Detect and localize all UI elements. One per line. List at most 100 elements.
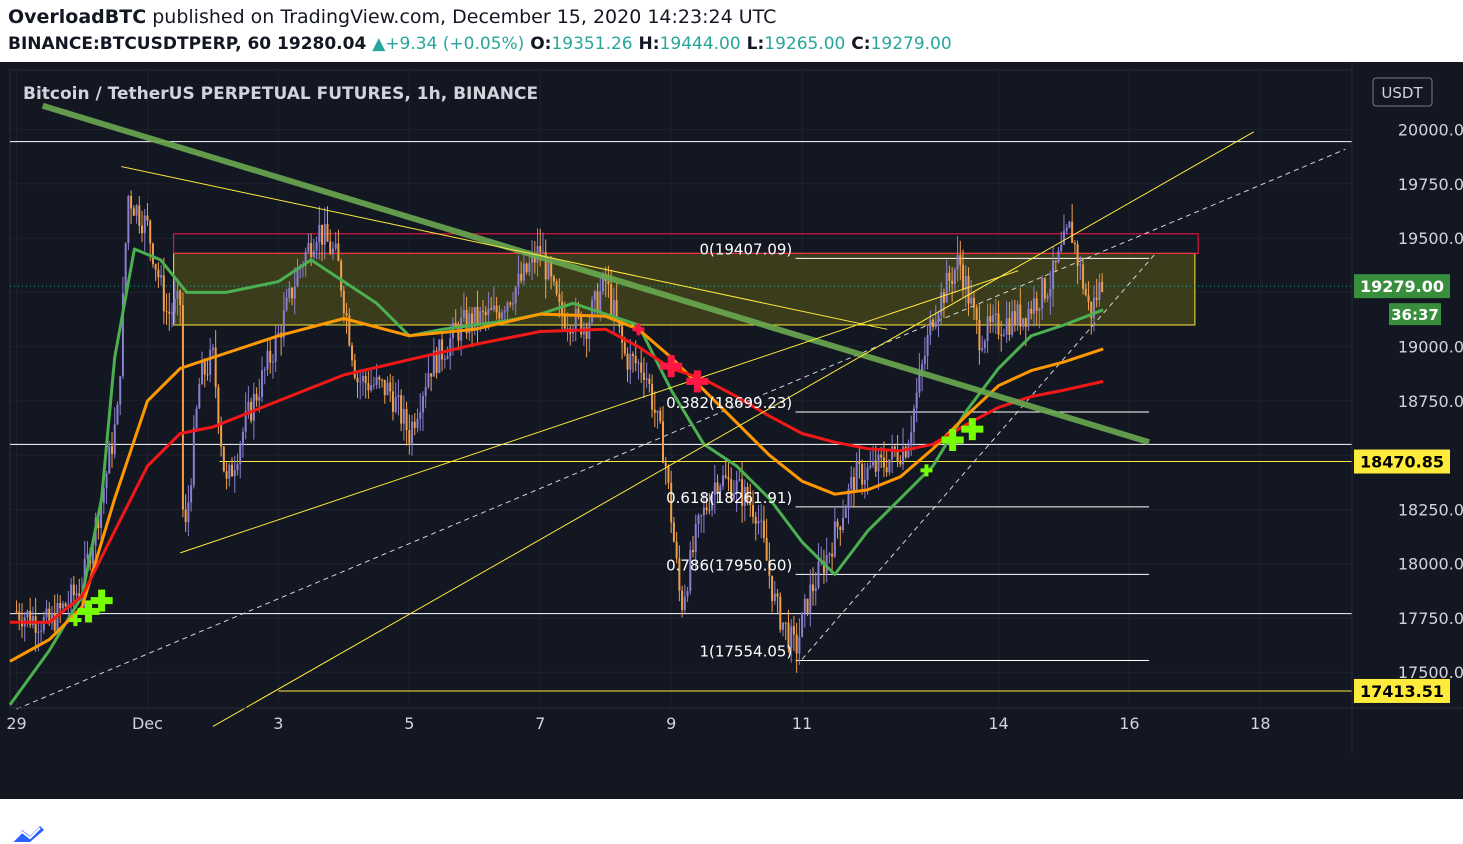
candle-body xyxy=(983,341,986,349)
ohlc-line: BINANCE:BTCUSDTPERP, 60 19280.04 ▲+9.34 … xyxy=(8,34,952,54)
candle-body xyxy=(555,281,558,295)
chart-panel[interactable]: 0(19407.09) 0.382(18699.23) 0.618(18261.91… xyxy=(0,62,1463,844)
candle-body xyxy=(812,584,815,592)
sell-signal-v xyxy=(667,355,675,378)
candle-body xyxy=(171,312,174,314)
candle-body xyxy=(239,445,242,465)
candle-body xyxy=(1084,288,1087,296)
candle-body xyxy=(217,387,220,425)
tradingview-logo-icon xyxy=(11,825,44,843)
candle-body xyxy=(198,384,201,409)
candle-body xyxy=(391,391,394,413)
time-tick-label: 11 xyxy=(792,714,812,733)
candle-body xyxy=(880,454,883,458)
candle-body xyxy=(1038,308,1041,311)
candle-body xyxy=(389,382,392,392)
candle-body xyxy=(642,372,645,380)
candle-body xyxy=(912,408,915,433)
candle-body xyxy=(937,314,940,323)
candle-body xyxy=(1098,282,1101,300)
candle-body xyxy=(839,526,842,531)
candle-body xyxy=(372,384,375,386)
candle-body xyxy=(285,297,288,311)
chart-title: Bitcoin / TetherUS PERPETUAL FUTURES, 1h… xyxy=(23,84,538,104)
candle-body xyxy=(558,294,561,302)
candle-body xyxy=(1101,282,1104,293)
candle-body xyxy=(40,630,43,632)
candle-body xyxy=(517,273,520,288)
price-chart[interactable]: 0(19407.09) 0.382(18699.23) 0.618(18261.91… xyxy=(0,62,1463,799)
candle-body xyxy=(209,349,212,375)
candle-body xyxy=(962,264,965,290)
candle-body xyxy=(184,509,187,523)
footer-brand[interactable]: TradingView xyxy=(10,823,161,844)
candle-body xyxy=(394,397,397,413)
candle-body xyxy=(773,593,776,602)
candle-body xyxy=(959,254,962,265)
candle-body xyxy=(885,467,888,473)
fib-level-label: 0(19407.09) xyxy=(699,240,792,258)
candle-body xyxy=(443,358,446,360)
candle-body xyxy=(154,264,157,270)
candle-body xyxy=(378,377,381,380)
time-tick-label: 16 xyxy=(1119,714,1139,733)
candle-body xyxy=(143,215,146,234)
candle-body xyxy=(351,345,354,361)
candle-body xyxy=(842,517,845,531)
candle-body xyxy=(105,473,108,489)
candle-body xyxy=(501,312,504,319)
buy-signal-v xyxy=(924,464,929,477)
candle-body xyxy=(334,243,337,249)
candle-body xyxy=(651,383,654,410)
candle-body xyxy=(15,611,18,613)
candle-body xyxy=(323,224,326,245)
sell-signal-v xyxy=(693,370,701,393)
candle-body xyxy=(541,251,544,253)
candle-body xyxy=(116,404,119,425)
candle-body xyxy=(157,269,160,278)
candle-body xyxy=(683,596,686,611)
candle-body xyxy=(506,302,509,312)
candle-body xyxy=(626,353,629,370)
candle-body xyxy=(762,520,765,539)
candle-body xyxy=(206,374,209,376)
up-arrow-icon: ▲ xyxy=(372,34,386,54)
candle-body xyxy=(967,276,970,304)
publish-line: OverloadBTC published on TradingView.com… xyxy=(8,6,776,28)
candle-body xyxy=(386,382,389,396)
candle-body xyxy=(138,205,141,226)
last-price-tag: 19279.00 xyxy=(1360,277,1444,296)
candle-body xyxy=(547,261,550,280)
candle-body xyxy=(449,338,452,357)
candle-body xyxy=(631,353,634,356)
candle-body xyxy=(978,319,981,351)
candle-body xyxy=(637,362,640,364)
candle-body xyxy=(981,348,984,351)
candle-body xyxy=(162,275,165,312)
candle-body xyxy=(345,313,348,316)
candle-body xyxy=(994,313,997,316)
author-name[interactable]: OverloadBTC xyxy=(8,6,146,28)
candle-body xyxy=(342,290,345,314)
high-label: H: xyxy=(638,34,660,54)
close-label: C: xyxy=(851,34,871,54)
candle-body xyxy=(307,242,310,252)
candle-body xyxy=(803,598,806,613)
candle-body xyxy=(1002,334,1005,336)
candle-body xyxy=(1024,318,1027,327)
candle-body xyxy=(664,462,667,467)
candle-body xyxy=(375,377,378,385)
candle-body xyxy=(722,475,725,487)
publish-info: published on TradingView.com, December 1… xyxy=(152,6,777,28)
candle-body xyxy=(247,401,250,411)
candle-body xyxy=(181,305,184,510)
candle-body xyxy=(520,273,523,281)
candle-body xyxy=(64,603,67,607)
candle-body xyxy=(833,521,836,557)
candle-body xyxy=(231,464,234,477)
currency-label: USDT xyxy=(1381,84,1423,102)
candle-body xyxy=(271,361,274,363)
candle-body xyxy=(926,335,929,356)
candle-body xyxy=(113,424,116,455)
candle-body xyxy=(135,205,138,216)
